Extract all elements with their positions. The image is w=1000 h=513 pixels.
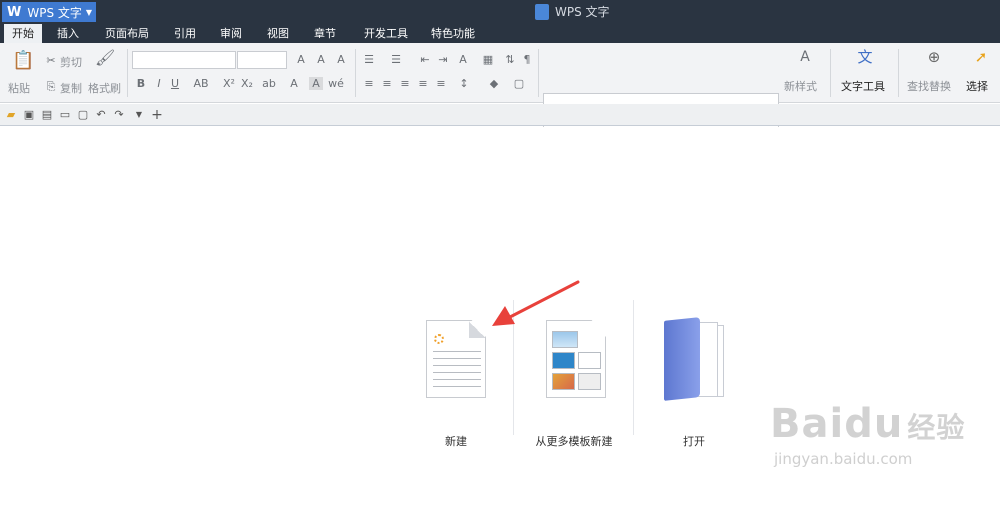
watermark-brand-text: Baidu [770,401,904,447]
watermark-brand-cn: 经验 [907,411,966,444]
watermark-brand: Baidu 经验 [770,402,965,450]
baidu-watermark: Baidu 经验 jingyan.baidu.com [770,402,965,468]
watermark-url: jingyan.baidu.com [774,450,913,468]
